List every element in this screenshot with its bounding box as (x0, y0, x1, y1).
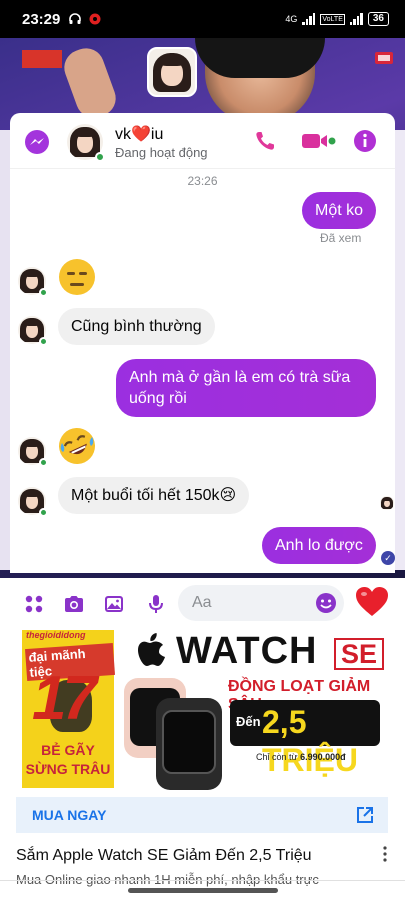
gallery-icon[interactable] (102, 592, 126, 616)
ad-tagline-2: SỪNG TRÂU (25, 761, 111, 777)
info-icon[interactable] (351, 127, 379, 155)
tv-logo-icon (375, 52, 393, 64)
ad-product-model: SE (334, 638, 385, 670)
ad-price-prefix: Đến (236, 714, 261, 729)
more-options-icon[interactable] (381, 845, 389, 863)
status-bar: 23:29 4G VoLTE 36 (0, 0, 405, 38)
rolling-laughing-emoji[interactable] (58, 427, 96, 465)
sender-avatar[interactable] (18, 437, 48, 467)
delivered-check-icon: ✓ (381, 551, 395, 565)
contact-status: Đang hoạt động (115, 145, 208, 160)
game-mode-icon (89, 13, 101, 25)
buy-now-link[interactable]: MUA NGAY (32, 807, 106, 823)
ad-cta-bar[interactable]: MUA NGAY (16, 797, 388, 833)
ad-promo-panel: thegioididong đại mãnh tiệc 17 BẺ GÃY SỪ… (22, 630, 116, 788)
ad-banner[interactable]: thegioididong đại mãnh tiệc 17 BẺ GÃY SỪ… (16, 630, 388, 798)
apps-grid-icon[interactable] (22, 592, 46, 616)
ad-from-price: Chỉ còn từ 6.990.000đ (256, 752, 346, 762)
screen: 23:29 4G VoLTE 36 vk❤️iu Đang hoạt động … (0, 0, 405, 900)
apple-logo-icon (138, 633, 165, 666)
seen-label: Đã xem (320, 231, 362, 245)
battery-indicator: 36 (367, 12, 389, 26)
ad-title[interactable]: Sắm Apple Watch SE Giảm Đến 2,5 Triệu (16, 847, 312, 865)
outgoing-message[interactable]: Một ko (302, 192, 377, 229)
signal-icon (302, 13, 316, 25)
seen-avatar (380, 496, 394, 510)
chat-window: vk❤️iu Đang hoạt động 23:26 Một ko Đã xe… (10, 113, 395, 573)
ad-brand-tag: thegioididong (22, 630, 114, 644)
home-indicator[interactable] (128, 888, 278, 893)
sender-avatar[interactable] (18, 487, 48, 517)
incoming-message[interactable]: Một buổi tối hết 150k😢 (58, 477, 250, 514)
message-composer (10, 578, 395, 628)
camera-icon[interactable] (62, 592, 86, 616)
ad-price: 2,5 TRIỆU (262, 704, 358, 778)
outgoing-message[interactable]: Anh mà ở gần là em có trà sữa uống rồi (116, 359, 376, 417)
message-timestamp: 23:26 (187, 174, 218, 188)
phone-call-icon[interactable] (251, 127, 279, 155)
contact-avatar[interactable] (67, 124, 105, 162)
watch-image-black (156, 698, 222, 790)
ad-big-number: 17 (32, 664, 97, 733)
signal-icon-2 (349, 13, 363, 25)
video-call-icon[interactable] (300, 127, 336, 155)
volte-badge: VoLTE (320, 13, 345, 25)
incoming-message[interactable]: Cũng bình thường (58, 308, 215, 345)
outgoing-message[interactable]: Anh lo được (262, 527, 376, 564)
headphones-icon (69, 13, 82, 24)
channel-logo (22, 50, 62, 68)
expressionless-face-emoji[interactable] (58, 258, 96, 296)
chat-head-bubble[interactable] (147, 47, 197, 97)
sender-avatar[interactable] (18, 267, 48, 297)
heart-reaction-icon[interactable] (355, 586, 389, 618)
emoji-picker-icon[interactable] (315, 592, 337, 614)
microphone-icon[interactable] (144, 592, 168, 616)
online-indicator (95, 152, 105, 162)
chat-header: vk❤️iu Đang hoạt động (10, 113, 395, 169)
status-time: 23:29 (22, 10, 61, 28)
external-link-icon[interactable] (356, 806, 374, 824)
network-type: 4G (285, 14, 298, 24)
sender-avatar[interactable] (18, 316, 48, 346)
messenger-icon[interactable] (24, 129, 50, 155)
ad-price-box: Đến 2,5 TRIỆU (230, 700, 380, 778)
ad-product-word: WATCH (176, 630, 318, 672)
contact-name[interactable]: vk❤️iu (115, 124, 163, 144)
ad-tagline-1: BẺ GÃY (41, 742, 95, 758)
